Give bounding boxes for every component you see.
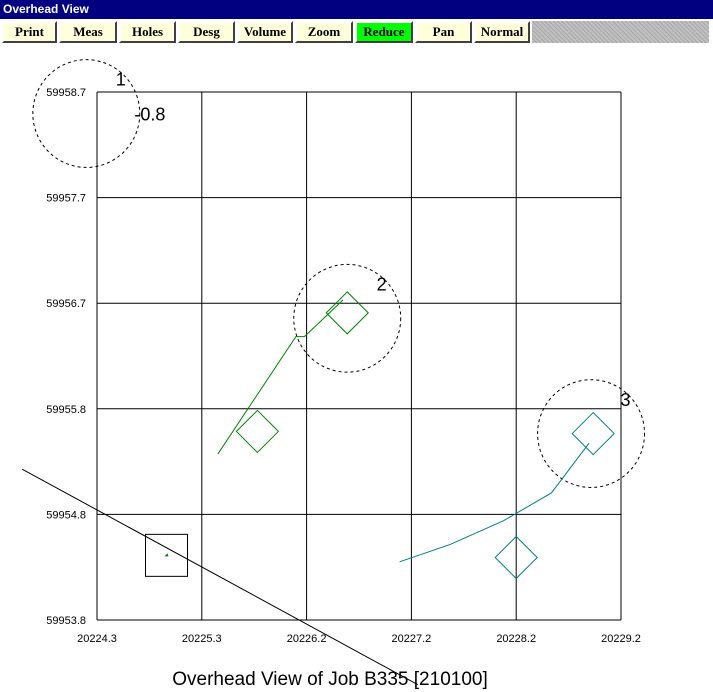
volume-button[interactable]: Volume	[237, 21, 293, 43]
meas-button[interactable]: Meas	[59, 21, 117, 43]
hole-design-marker-3	[571, 411, 615, 456]
y-tick-label: 59955.8	[46, 404, 86, 416]
normal-button[interactable]: Normal	[474, 21, 530, 43]
reduce-button[interactable]: Reduce	[355, 21, 413, 43]
x-tick-label: 20225.3	[182, 633, 222, 645]
y-tick-label: 59957.7	[46, 193, 86, 205]
pan-button[interactable]: Pan	[415, 21, 472, 43]
hole-label-1: 1	[116, 70, 126, 90]
x-tick-label: 20227.2	[392, 633, 432, 645]
reference-line	[21, 468, 419, 686]
desg-button[interactable]: Desg	[178, 21, 235, 43]
hole-design-marker-2	[325, 291, 369, 335]
x-tick-label: 20226.2	[287, 633, 327, 645]
toolbar: Print Meas Holes Desg Volume Zoom Reduce…	[0, 19, 713, 46]
reference-box-mark	[164, 553, 169, 557]
print-button[interactable]: Print	[2, 21, 57, 43]
x-tick-label: 20228.2	[496, 633, 536, 645]
holes-button[interactable]: Holes	[119, 21, 176, 43]
y-tick-label: 59953.8	[46, 615, 86, 627]
hole-value-label: -0.8	[134, 105, 165, 125]
toolbar-empty-area	[532, 21, 709, 43]
x-tick-label: 20229.2	[601, 633, 641, 645]
x-tick-label: 20224.3	[77, 633, 117, 645]
window-title-bar: Overhead View	[0, 0, 713, 19]
overhead-view-canvas[interactable]: 20224.3 20225.3 20226.2 20227.2 20228.2 20229…	[0, 46, 713, 692]
overhead-chart[interactable]: 20224.3 20225.3 20226.2 20227.2 20228.2 20229…	[0, 46, 713, 692]
zoom-button[interactable]: Zoom	[295, 21, 353, 43]
y-tick-label: 59956.7	[46, 298, 86, 310]
hole-trace-3	[399, 442, 590, 563]
chart-title: Overhead View of Job B335 [210100]	[172, 669, 488, 690]
hole-label-2: 2	[377, 274, 387, 294]
y-tick-label: 59958.7	[46, 87, 86, 99]
y-tick-label: 59954.8	[46, 509, 86, 521]
hole-label-3: 3	[620, 390, 630, 410]
